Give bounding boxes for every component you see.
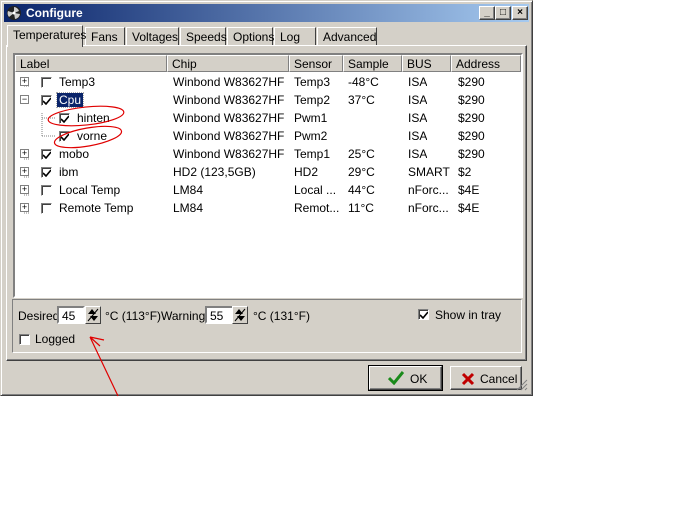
tab-temperatures[interactable]: Temperatures (7, 25, 87, 47)
tab-label: Temperatures (13, 28, 87, 42)
annotation-circle-hinten (47, 105, 125, 127)
annotation-arrow (89, 336, 119, 397)
red-annotations (47, 105, 125, 397)
annotation-circle-vorne (53, 125, 123, 149)
